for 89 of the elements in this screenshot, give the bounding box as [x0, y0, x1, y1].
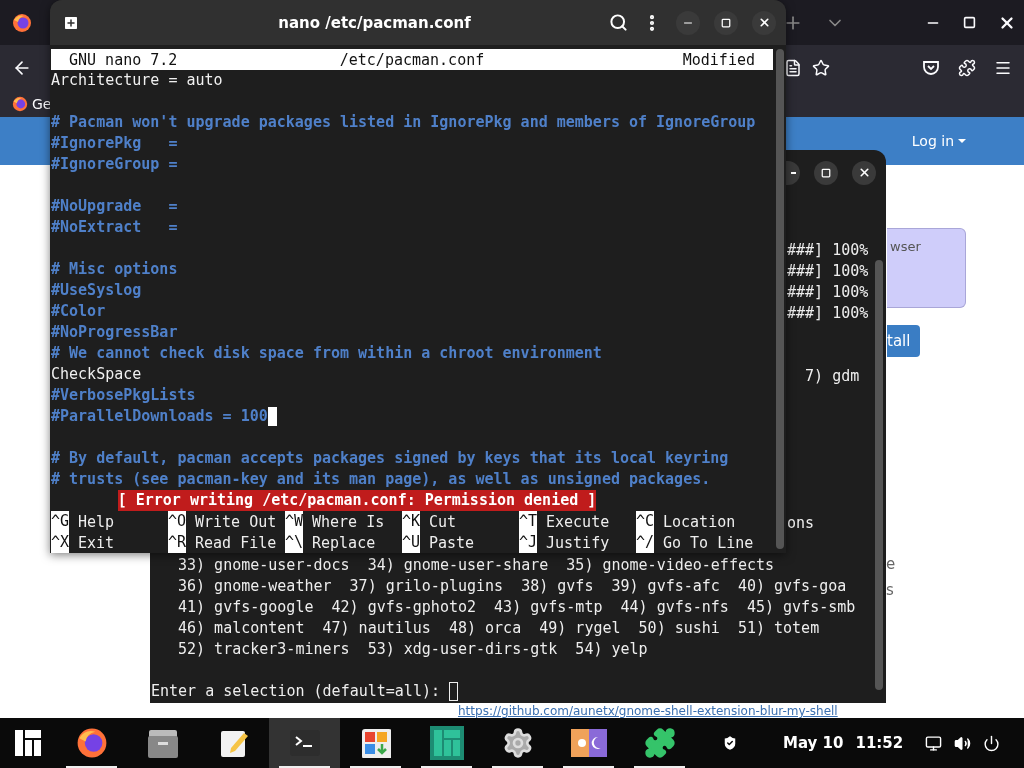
config-comment: #NoProgressBar — [51, 322, 178, 343]
config-comment: # Pacman won't upgrade packages listed in IgnorePkg and members of IgnoreGroup — [51, 112, 756, 133]
shield-icon — [721, 734, 739, 752]
terminal-line: ons — [787, 513, 815, 534]
window-title: nano /etc/pacman.conf — [277, 13, 472, 32]
shortcut-hint: ^K Cut — [402, 511, 458, 532]
maximize-button[interactable] — [714, 10, 738, 35]
text-cursor — [449, 682, 458, 701]
volume-icon[interactable] — [954, 734, 971, 752]
day-night-icon — [570, 729, 607, 757]
shortcut-hint: ^T Execute — [519, 511, 611, 532]
maximize-icon — [721, 17, 731, 28]
shortcut-hint: ^O Write Out — [168, 511, 278, 532]
maximize-icon[interactable] — [963, 16, 976, 29]
shortcut-hint: ^G Help — [51, 511, 116, 532]
login-menu[interactable]: Log in — [911, 133, 966, 149]
block-logo-icon — [429, 726, 464, 760]
power-icon[interactable] — [983, 734, 1000, 752]
terminal-line: 7) gdm — [804, 366, 860, 387]
config-comment: # trusts (see pacman-key and its man page), as well as unsigned packages. — [51, 469, 711, 490]
scrollbar[interactable] — [776, 49, 784, 549]
config-comment: #NoUpgrade = — [51, 196, 178, 217]
file-cabinet-icon — [146, 728, 179, 758]
config-comment: #IgnorePkg = — [51, 133, 178, 154]
config-comment: #ParallelDownloads = 100 — [51, 406, 268, 427]
config-comment: #NoExtract = — [51, 217, 178, 238]
close-button[interactable] — [752, 10, 776, 35]
close-icon — [757, 16, 771, 29]
puzzle-icon — [643, 727, 676, 759]
close-icon — [857, 166, 871, 179]
config-line: Architecture = auto — [51, 70, 223, 91]
terminal-line: ###] 100% — [787, 303, 869, 324]
browser-icon — [75, 727, 108, 759]
shortcut-hint: ^R Read File — [168, 532, 278, 553]
terminal-line: ###] 100% — [787, 240, 869, 261]
terminal-icon — [289, 730, 320, 756]
github-link[interactable]: https://github.com/aunetx/gnome-shell-extension-blur-my-shell — [458, 705, 838, 718]
bookmark-icon — [12, 95, 28, 112]
install-button[interactable]: tall — [887, 325, 920, 357]
terminal-line: 33) gnome-user-docs 34) gnome-user-share 35) gnome-video-effects — [178, 555, 775, 576]
bookmark-label[interactable]: Ge — [32, 95, 52, 112]
browser-tab-icon[interactable] — [12, 12, 32, 33]
close-button[interactable] — [852, 160, 876, 185]
config-comment: #Color — [51, 301, 106, 322]
time-text[interactable]: 11:52 — [855, 734, 904, 752]
config-comment: # By default, pacman accepts packages signed by keys that its local keyring — [51, 448, 729, 469]
page-text: e — [886, 555, 897, 573]
shortcut-hint: ^U Paste — [402, 532, 476, 553]
date-text[interactable]: May 10 — [783, 734, 844, 752]
error-message: [ Error writing /etc/pacman.conf: Permission denied ] — [117, 490, 597, 511]
terminal-line: 52) tracker3-miners 53) xdg-user-dirs-gtk 54) yelp — [178, 639, 648, 660]
app-menu-icon — [15, 730, 41, 756]
terminal-line: 46) malcontent 47) nautilus 48) orca 49) rygel 50) sushi 51) totem — [178, 618, 820, 639]
info-panel: wser — [887, 228, 966, 308]
shortcut-hint: ^J Justify — [519, 532, 611, 553]
editor-version: GNU nano 7.2 — [69, 50, 178, 69]
shortcut-hint: ^\ Replace — [285, 532, 377, 553]
shortcut-hint: ^X Exit — [51, 532, 116, 553]
caret-icon — [958, 139, 966, 143]
config-comment: #IgnoreGroup = — [51, 154, 178, 175]
terminal-line: ###] 100% — [787, 282, 869, 303]
taskbar-app[interactable] — [269, 718, 340, 768]
config-comment: #VerbosePkgLists — [51, 385, 196, 406]
search-icon[interactable] — [609, 13, 628, 32]
terminal-line: ###] 100% — [787, 261, 869, 282]
terminal-prompt: Enter a selection (default=all): — [151, 681, 440, 702]
config-comment: # Misc options — [51, 259, 178, 280]
terminal-line: 36) gnome-weather 37) grilo-plugins 38) gvfs 39) gvfs-afc 40) gvfs-goa — [178, 576, 847, 597]
shortcut-hint: ^/ Go To Line — [636, 532, 753, 553]
modified-status: Modified — [682, 50, 755, 69]
page-text: s — [886, 581, 895, 599]
reader-view-icon[interactable] — [784, 58, 802, 77]
config-comment: # We cannot check disk space from within a chroot environment — [51, 343, 602, 364]
maximize-button[interactable] — [814, 160, 838, 185]
extensions-icon[interactable] — [958, 58, 976, 77]
file-name: /etc/pacman.conf — [339, 50, 485, 69]
maximize-icon — [821, 167, 831, 178]
minimize-button[interactable] — [786, 160, 800, 185]
config-comment: #UseSyslog — [51, 280, 142, 301]
software-store-icon — [360, 728, 391, 758]
shortcut-hint: ^C Location — [636, 511, 737, 532]
scrollbar[interactable] — [875, 260, 883, 690]
bookmark-star-icon[interactable] — [812, 58, 830, 77]
pocket-icon[interactable] — [922, 58, 940, 77]
config-line: CheckSpace — [51, 364, 142, 385]
terminal-line: 41) gvfs-google 42) gvfs-gphoto2 43) gvfs-mtp 44) gvfs-nfs 45) gvfs-smb — [178, 597, 856, 618]
screen-icon[interactable] — [925, 734, 942, 752]
note-pencil-icon — [218, 728, 249, 758]
shortcut-hint: ^W Where Is — [285, 511, 386, 532]
